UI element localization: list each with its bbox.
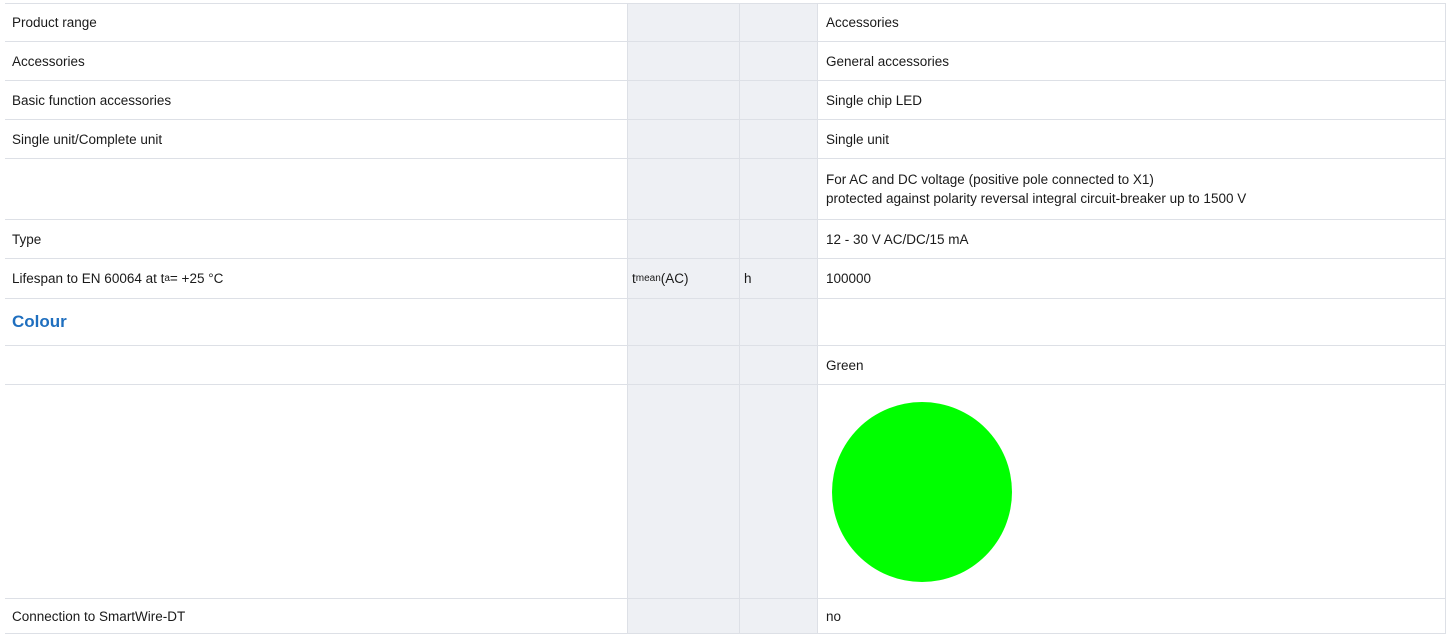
row-label: Type — [12, 231, 42, 247]
row-value: Single chip LED — [817, 81, 1446, 119]
row-value: General accessories — [817, 42, 1446, 80]
row-label: Single unit/Complete unit — [12, 131, 163, 147]
lifespan-symbol: t mean (AC) — [627, 259, 740, 298]
lifespan-unit: h — [740, 259, 817, 298]
section-row-colour: Colour — [5, 299, 1446, 346]
product-data-table: Product range Accessories Accessories Ge… — [5, 3, 1446, 634]
row-label: Accessories — [12, 53, 85, 69]
table-row: Basic function accessories Single chip L… — [5, 81, 1446, 120]
row-value: For AC and DC voltage (positive pole con… — [817, 159, 1446, 219]
table-row: Connection to SmartWire-DT no — [5, 599, 1446, 634]
table-row-swatch — [5, 385, 1446, 599]
colour-swatch — [832, 401, 1012, 582]
value-line: protected against polarity reversal inte… — [826, 191, 1247, 206]
row-label: Product range — [12, 15, 97, 30]
row-value: Accessories — [817, 4, 1446, 41]
table-row: Product range Accessories — [5, 3, 1446, 42]
row-value: 12 - 30 V AC/DC/15 mA — [817, 220, 1446, 258]
table-row-lifespan: Lifespan to EN 60064 at ta = +25 °C t mea… — [5, 259, 1446, 299]
colour-value: Green — [817, 346, 1446, 384]
row-label: Basic function accessories — [12, 92, 172, 108]
table-row: Type 12 - 30 V AC/DC/15 mA — [5, 220, 1446, 259]
table-row: Single unit/Complete unit Single unit — [5, 120, 1446, 159]
lifespan-value: 100000 — [817, 259, 1446, 298]
table-row: For AC and DC voltage (positive pole con… — [5, 159, 1446, 220]
value-line: For AC and DC voltage (positive pole con… — [826, 172, 1154, 187]
row-label — [5, 159, 627, 219]
table-row: Accessories General accessories — [5, 42, 1446, 81]
row-value: Single unit — [817, 120, 1446, 158]
lifespan-label: Lifespan to EN 60064 at ta = +25 °C — [12, 271, 224, 286]
colour-heading: Colour — [12, 312, 67, 331]
table-row: Green — [5, 346, 1446, 385]
